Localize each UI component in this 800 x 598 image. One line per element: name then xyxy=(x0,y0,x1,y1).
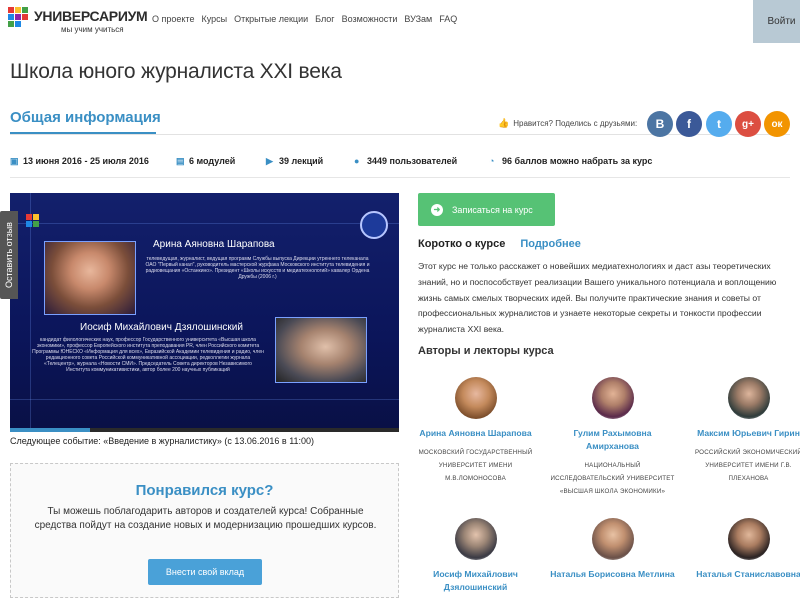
author-card[interactable]: Арина Аяновна Шарапова МОСКОВСКИЙ ГОСУДА… xyxy=(413,377,538,485)
stat-points-text: 96 баллов можно набрать за курс xyxy=(502,156,653,166)
author-name[interactable]: Наталья Борисовна Метлина xyxy=(550,568,675,581)
tab-more[interactable]: Подробнее xyxy=(520,238,581,250)
lecturer-photo-dzyaloshinsky xyxy=(275,317,367,383)
nav-item-blog[interactable]: Блог xyxy=(315,14,334,24)
donate-button[interactable]: Внести свой вклад xyxy=(148,559,262,585)
author-name[interactable]: Арина Аяновна Шарапова xyxy=(413,427,538,440)
nav-item-courses[interactable]: Курсы xyxy=(201,14,227,24)
nav-item-features[interactable]: Возможности xyxy=(342,14,398,24)
share-label: 👍 Нравится? Поделись с друзьями: xyxy=(498,118,637,129)
logo-mark-icon xyxy=(8,7,28,27)
stat-modules: ▤ 6 модулей xyxy=(176,156,235,166)
video-progress-fill xyxy=(10,428,90,432)
lecturer-photo-sharapova xyxy=(44,241,136,315)
author-card[interactable]: Гулим Рахымовна Амирханова НАЦИОНАЛЬНЫЙ … xyxy=(550,377,675,498)
book-icon: ▤ xyxy=(176,155,185,166)
facebook-icon[interactable]: f xyxy=(676,111,702,137)
donate-text: Ты можешь поблагодарить авторов и создат… xyxy=(34,506,377,531)
author-name[interactable]: Максим Юрьевич Гирин xyxy=(686,427,800,440)
twitter-icon[interactable]: t xyxy=(706,111,732,137)
author-org: РОССИЙСКИЙ ЭКОНОМИЧЕСКИЙ УНИВЕРСИТЕТ ИМЕ… xyxy=(694,449,800,482)
nav-item-open-lectures[interactable]: Открытые лекции xyxy=(234,14,308,24)
nav-item-about[interactable]: О проекте xyxy=(152,14,194,24)
enroll-label: Записаться на курс xyxy=(452,204,533,215)
stat-lectures: ▶ 39 лекций xyxy=(266,156,323,166)
stat-users-text: 3449 пользователей xyxy=(367,156,458,166)
about-text: Этот курс не только расскажет о новейших… xyxy=(418,261,777,335)
avatar xyxy=(454,518,497,560)
video-person1-bio: телеведущая, журналист, ведущая программ… xyxy=(145,256,370,280)
page-title: Школа юного журналиста XXI века xyxy=(10,60,342,83)
author-name[interactable]: Иосиф Михайлович Дзялошинский xyxy=(413,568,538,594)
logo-tagline: мы учим учиться xyxy=(61,25,124,34)
stat-dates: ▣ 13 июня 2016 - 25 июля 2016 xyxy=(10,156,149,166)
share-text: Нравится? Поделись с друзьями: xyxy=(513,119,638,128)
logo[interactable]: УНИВЕРСАРИУМ мы учим учиться xyxy=(8,7,148,35)
tab-general-info[interactable]: Общая информация xyxy=(10,109,161,126)
tab-short-about[interactable]: Коротко о курсе xyxy=(418,238,505,250)
calendar-icon: ▣ xyxy=(10,155,19,166)
author-org: МОСКОВСКИЙ ГОСУДАРСТВЕННЫЙ УНИВЕРСИТЕТ И… xyxy=(418,449,533,482)
login-button[interactable]: Войти xyxy=(753,0,800,43)
nav-item-faq[interactable]: FAQ xyxy=(439,14,457,24)
stat-users: ● 3449 пользователей xyxy=(354,156,457,166)
users-icon: ● xyxy=(354,155,360,166)
logo-name: УНИВЕРСАРИУМ xyxy=(34,8,148,24)
author-org: НАЦИОНАЛЬНЫЙ ИССЛЕДОВАТЕЛЬСКИЙ УНИВЕРСИТ… xyxy=(550,462,675,495)
video-person2-bio: кандидат филологических наук, профессор … xyxy=(32,337,264,373)
about-tabs: Коротко о курсе Подробнее xyxy=(418,238,581,250)
author-card[interactable]: Максим Юрьевич Гирин РОССИЙСКИЙ ЭКОНОМИЧ… xyxy=(686,377,800,485)
googleplus-icon[interactable]: g+ xyxy=(735,111,761,137)
enroll-button[interactable]: ➜ Записаться на курс xyxy=(418,193,555,226)
arrow-circle-icon: ➜ xyxy=(431,203,443,216)
stat-modules-text: 6 модулей xyxy=(189,156,236,166)
donate-title: Понравился курс? xyxy=(135,482,274,499)
info-tab-row: Общая информация xyxy=(10,109,790,135)
author-card[interactable]: Наталья Борисовна Метлина xyxy=(550,518,675,581)
stat-points: ◔ 96 баллов можно набрать за курс xyxy=(489,156,652,166)
main-nav: О проекте Курсы Открытые лекции Блог Воз… xyxy=(152,14,464,24)
avatar xyxy=(591,377,634,419)
video-logo-icon xyxy=(26,214,48,236)
avatar xyxy=(454,377,497,419)
author-card[interactable]: Наталья Станиславовна xyxy=(686,518,800,581)
top-bar: УНИВЕРСАРИУМ мы учим учиться О проекте К… xyxy=(0,0,800,43)
odnoklassniki-icon[interactable]: ок xyxy=(764,111,790,137)
avatar xyxy=(727,518,770,560)
authors-heading: Авторы и лекторы курса xyxy=(418,345,554,357)
vk-icon[interactable]: В xyxy=(647,111,673,137)
next-event: Следующее событие: «Введение в журналист… xyxy=(10,436,315,446)
avatar xyxy=(591,518,634,560)
feedback-button[interactable]: Оставить отзыв xyxy=(0,211,18,299)
video-decor-line xyxy=(10,223,399,224)
author-card[interactable]: Иосиф Михайлович Дзялошинский xyxy=(413,518,538,594)
author-name[interactable]: Гулим Рахымовна Амирханова xyxy=(550,427,675,453)
avatar xyxy=(727,377,770,419)
divider xyxy=(10,134,790,135)
thumb-icon: 👍 xyxy=(498,118,510,128)
video-decor-line xyxy=(10,399,399,400)
nav-item-universities[interactable]: ВУЗам xyxy=(404,14,432,24)
university-emblem-icon xyxy=(360,211,388,239)
stat-lectures-text: 39 лекций xyxy=(279,156,324,166)
divider xyxy=(10,177,790,178)
gauge-icon: ◔ xyxy=(489,155,495,166)
video-progress-bar[interactable] xyxy=(10,428,399,432)
course-video-player[interactable]: Арина Аяновна Шарапова телеведущая, журн… xyxy=(10,193,399,432)
author-name[interactable]: Наталья Станиславовна xyxy=(686,568,800,581)
stat-dates-text: 13 июня 2016 - 25 июля 2016 xyxy=(23,156,149,166)
video-person1-name: Арина Аяновна Шарапова xyxy=(153,239,275,250)
video-person2-name: Иосиф Михайлович Дзялошинский xyxy=(80,322,243,333)
donate-box: Понравился курс? Ты можешь поблагодарить… xyxy=(10,463,399,598)
video-icon: ▶ xyxy=(266,155,273,166)
